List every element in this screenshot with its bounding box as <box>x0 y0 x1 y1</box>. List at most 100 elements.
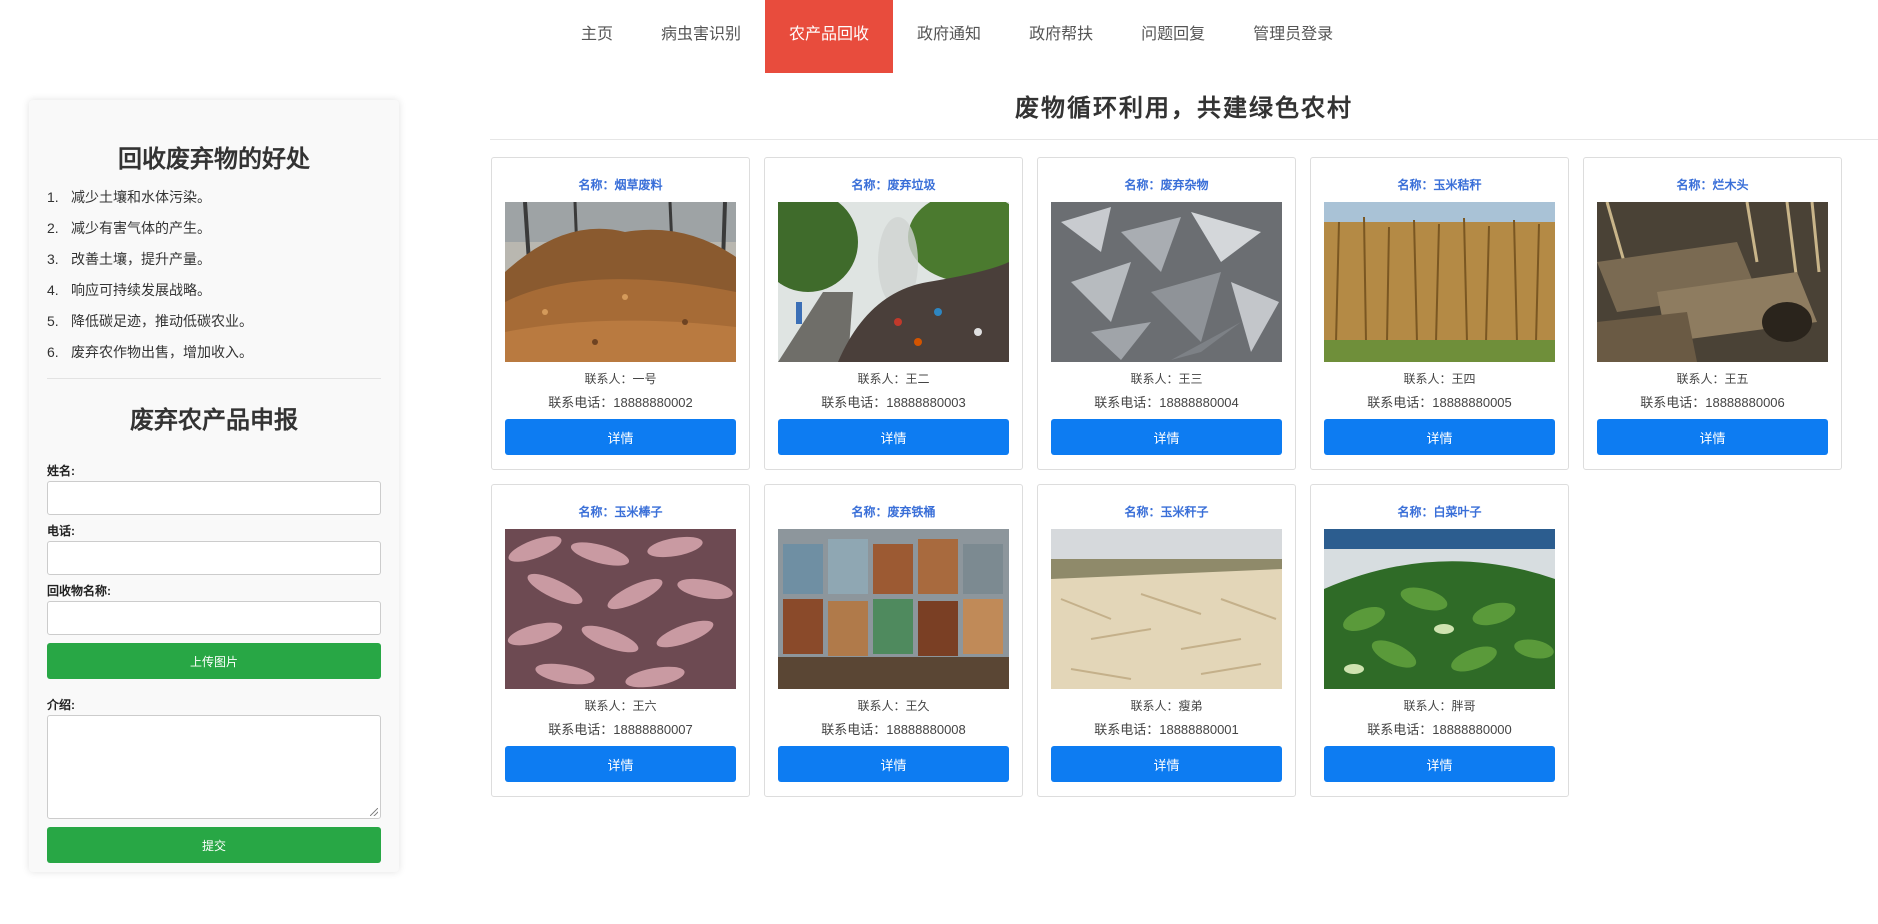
product-name: 名称：白菜叶子 <box>1397 505 1482 519</box>
product-image <box>1324 529 1555 689</box>
benefit-number: 5. <box>47 313 59 329</box>
contact-value: 王六 <box>632 699 657 713</box>
product-image <box>778 202 1009 362</box>
contact-prefix: 联系人： <box>1403 699 1452 713</box>
benefit-text: 废弃农作物出售，增加收入。 <box>71 345 253 361</box>
nav-home[interactable]: 主页 <box>557 0 637 73</box>
contact-person: 联系人：一号 <box>505 371 736 387</box>
contact-person: 联系人：王三 <box>1051 371 1282 387</box>
product-card: 名称：废弃铁桶 联系人：王久 联系电话：18888880008 详情 <box>764 484 1023 797</box>
phone-prefix: 联系电话： <box>1367 396 1433 411</box>
phone-prefix: 联系电话： <box>1367 723 1433 738</box>
rusty-barrels-image <box>778 529 1009 689</box>
contact-value: 胖哥 <box>1451 699 1476 713</box>
phone-value: 18888880004 <box>1159 395 1239 410</box>
corn-cobs-image <box>505 529 736 689</box>
contact-prefix: 联系人： <box>1676 372 1725 386</box>
detail-button[interactable]: 详情 <box>1324 746 1555 782</box>
contact-phone: 联系电话：18888880004 <box>1051 395 1282 411</box>
contact-value: 瘦弟 <box>1178 699 1203 713</box>
benefit-text: 响应可持续发展战略。 <box>71 283 211 299</box>
contact-phone: 联系电话：18888880007 <box>505 722 736 738</box>
contact-prefix: 联系人： <box>1130 699 1179 713</box>
detail-button[interactable]: 详情 <box>505 419 736 455</box>
detail-button[interactable]: 详情 <box>1597 419 1828 455</box>
benefit-number: 4. <box>47 282 59 298</box>
contact-prefix: 联系人： <box>584 372 633 386</box>
nav-pest-identification[interactable]: 病虫害识别 <box>637 0 765 73</box>
intro-textarea[interactable] <box>47 715 381 819</box>
phone-prefix: 联系电话： <box>1094 723 1160 738</box>
contact-prefix: 联系人： <box>857 699 906 713</box>
contact-phone: 联系电话：18888880001 <box>1051 722 1282 738</box>
name-input[interactable] <box>47 481 381 515</box>
contact-person: 联系人：王二 <box>778 371 1009 387</box>
product-card: 名称：玉米棒子 联系人：王六 联系电话：18888880007 详情 <box>491 484 750 797</box>
contact-person: 联系人：王四 <box>1324 371 1555 387</box>
phone-label: 电话: <box>47 524 75 538</box>
contact-phone: 联系电话：18888880005 <box>1324 395 1555 411</box>
top-nav: 主页 病虫害识别 农产品回收 政府通知 政府帮扶 问题回复 管理员登录 <box>557 0 1357 73</box>
nav-question-replies[interactable]: 问题回复 <box>1117 0 1229 73</box>
product-card: 名称：烟草废料 联系人：一号 联系电话：18888880002 详情 <box>491 157 750 470</box>
product-image <box>1051 202 1282 362</box>
sidebar-panel: 回收废弃物的好处 1. 减少土壤和水体污染。 2. 减少有害气体的产生。 3. 改善土… <box>29 100 399 872</box>
phone-value: 18888880000 <box>1432 722 1512 737</box>
upload-image-button[interactable]: 上传图片 <box>47 643 381 679</box>
detail-button[interactable]: 详情 <box>778 746 1009 782</box>
submit-button[interactable]: 提交 <box>47 827 381 863</box>
benefit-item: 3. 改善土壤，提升产量。 <box>47 244 381 275</box>
nav-government-support[interactable]: 政府帮扶 <box>1005 0 1117 73</box>
benefit-number: 3. <box>47 251 59 267</box>
benefit-item: 6. 废弃农作物出售，增加收入。 <box>47 337 381 368</box>
product-image <box>1324 202 1555 362</box>
resize-grip-icon[interactable] <box>370 808 378 816</box>
product-name: 名称：废弃杂物 <box>1124 178 1209 192</box>
benefit-text: 降低碳足迹，推动低碳农业。 <box>71 314 253 330</box>
phone-value: 18888880001 <box>1159 722 1239 737</box>
rotten-wood-image <box>1597 202 1828 362</box>
phone-prefix: 联系电话： <box>821 396 887 411</box>
benefit-number: 2. <box>47 220 59 236</box>
contact-person: 联系人：王久 <box>778 698 1009 714</box>
product-name: 名称：玉米棒子 <box>578 505 663 519</box>
sidebar-divider <box>47 378 381 379</box>
nav-admin-login[interactable]: 管理员登录 <box>1229 0 1357 73</box>
detail-button[interactable]: 详情 <box>505 746 736 782</box>
item-name-label: 回收物名称: <box>47 584 111 598</box>
nav-government-notices[interactable]: 政府通知 <box>893 0 1005 73</box>
phone-prefix: 联系电话： <box>548 396 614 411</box>
product-image <box>505 529 736 689</box>
corn-stalks-image <box>1324 202 1555 362</box>
benefit-text: 减少土壤和水体污染。 <box>71 190 211 206</box>
contact-person: 联系人：胖哥 <box>1324 698 1555 714</box>
contact-phone: 联系电话：18888880006 <box>1597 395 1828 411</box>
detail-button[interactable]: 详情 <box>1324 419 1555 455</box>
product-name: 名称：废弃垃圾 <box>851 178 936 192</box>
phone-value: 18888880003 <box>886 395 966 410</box>
corn-husks-field-image <box>1051 529 1282 689</box>
product-name: 名称：玉米秸秆 <box>1397 178 1482 192</box>
detail-button[interactable]: 详情 <box>778 419 1009 455</box>
product-image <box>505 202 736 362</box>
report-form-title: 废弃农产品申报 <box>130 405 298 434</box>
contact-prefix: 联系人： <box>1403 372 1452 386</box>
detail-button[interactable]: 详情 <box>1051 419 1282 455</box>
nav-produce-recycling[interactable]: 农产品回收 <box>765 0 894 73</box>
phone-value: 18888880005 <box>1432 395 1512 410</box>
phone-input[interactable] <box>47 541 381 575</box>
contact-phone: 联系电话：18888880008 <box>778 722 1009 738</box>
product-grid: 名称：烟草废料 联系人：一号 联系电话：18888880002 详情 名称：废弃… <box>491 157 1851 797</box>
contact-phone: 联系电话：18888880000 <box>1324 722 1555 738</box>
detail-button[interactable]: 详情 <box>1051 746 1282 782</box>
product-card: 名称：废弃垃圾 联系人：王二 联系电话：18888880003 详情 <box>764 157 1023 470</box>
benefit-item: 5. 降低碳足迹，推动低碳农业。 <box>47 306 381 337</box>
benefit-item: 1. 减少土壤和水体污染。 <box>47 182 381 213</box>
product-image <box>778 529 1009 689</box>
intro-label: 介绍: <box>47 698 75 712</box>
product-name: 名称：烟草废料 <box>578 178 663 192</box>
item-name-input[interactable] <box>47 601 381 635</box>
product-card: 名称：玉米秆子 联系人：瘦弟 联系电话：18888880001 详情 <box>1037 484 1296 797</box>
cabbage-leaves-image <box>1324 529 1555 689</box>
benefit-item: 2. 减少有害气体的产生。 <box>47 213 381 244</box>
